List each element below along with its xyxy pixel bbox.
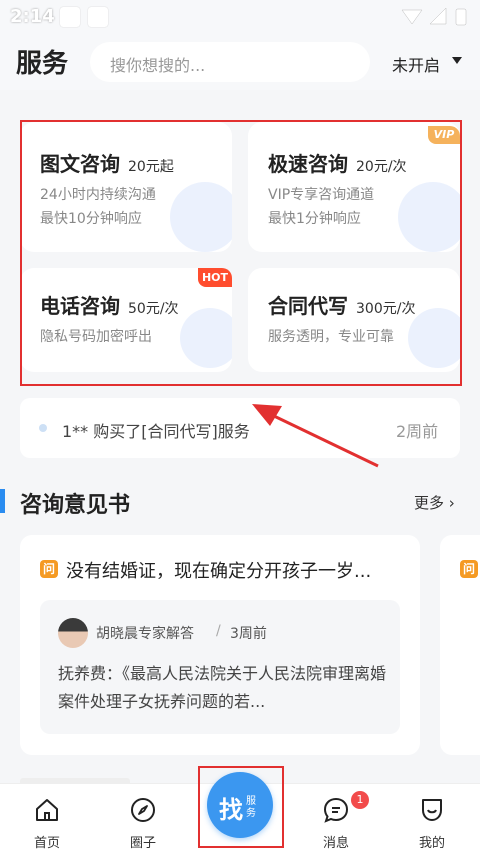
chevron-down-icon[interactable] [452, 57, 462, 64]
ticker-dot [39, 424, 47, 432]
section-accent-bar [0, 489, 5, 513]
nav-messages-label[interactable]: 消息 [306, 832, 366, 851]
status-time: 2:14 [10, 6, 55, 27]
nav-home-label[interactable]: 首页 [17, 832, 77, 851]
search-placeholder: 搜你想搜的... [110, 56, 206, 75]
notification-icon [88, 7, 108, 27]
question-badge: 问 [40, 560, 58, 578]
ticker-time: 2周前 [396, 422, 439, 441]
message-icon[interactable] [322, 796, 350, 824]
page-title: 服务 [16, 49, 69, 79]
answer-time: 3周前 [230, 626, 267, 642]
expert-name: 胡晓晨专家解答 [96, 626, 194, 642]
highlight-box [198, 766, 284, 848]
separator: / [216, 623, 221, 639]
more-label: 更多 [414, 494, 445, 512]
message-badge: 1 [351, 791, 369, 809]
home-icon[interactable] [33, 796, 61, 824]
highlight-box [20, 120, 462, 386]
more-link[interactable]: 更多 › [414, 492, 455, 513]
annotation-arrow [252, 404, 379, 468]
section-title: 咨询意见书 [20, 493, 131, 518]
nav-mine-label[interactable]: 我的 [402, 832, 462, 851]
ticker-text: 1** 购买了[合同代写]服务 [62, 422, 250, 441]
signal-battery-icon [401, 7, 467, 26]
question-text: 没有结婚证，现在确定分开孩子一岁... [66, 561, 372, 582]
question-badge: 问 [460, 560, 478, 578]
answer-text: 抚养费：《最高人民法院关于人民法院审理离婚案件处理子女抚养问题的若... [58, 664, 387, 711]
nav-circle-label[interactable]: 圈子 [113, 832, 173, 851]
compass-icon[interactable] [129, 796, 157, 824]
chevron-right-icon: › [444, 494, 455, 512]
profile-icon[interactable] [418, 796, 446, 824]
location-selector[interactable]: 未开启 [392, 52, 440, 76]
notification-icon [60, 7, 80, 27]
avatar [58, 618, 88, 648]
